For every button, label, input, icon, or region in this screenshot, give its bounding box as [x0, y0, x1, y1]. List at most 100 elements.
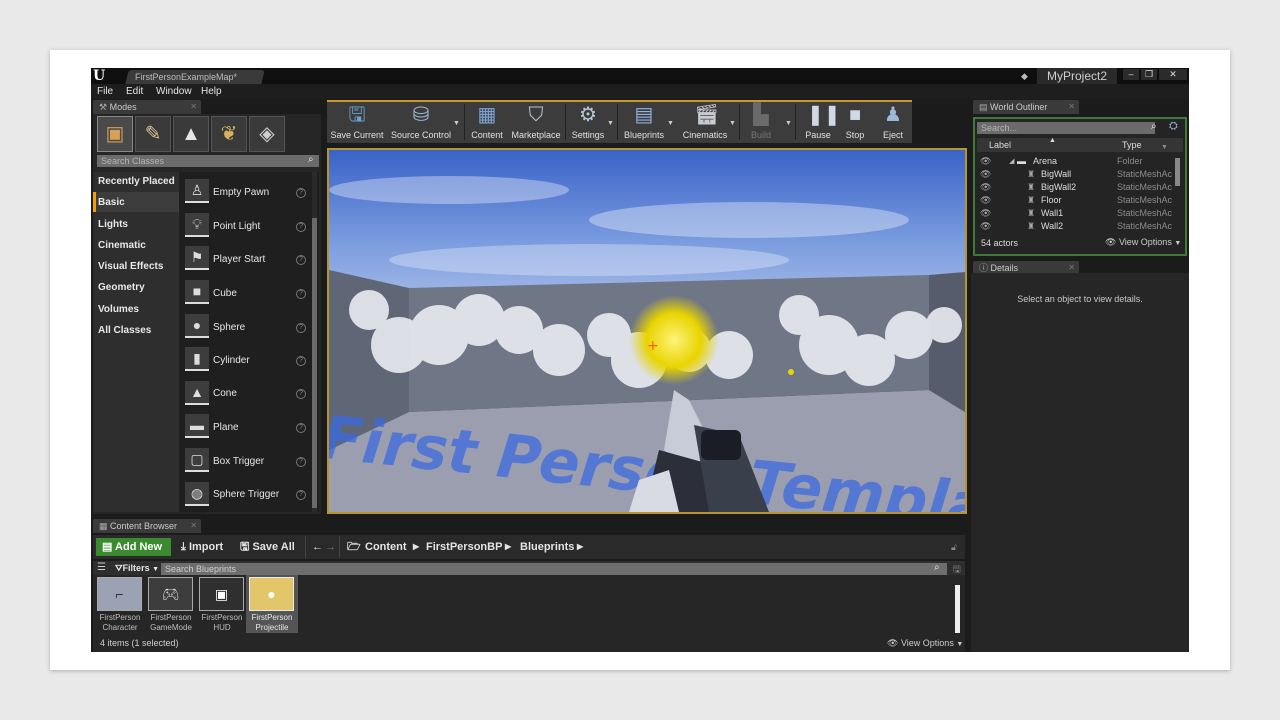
foliage-mode-button[interactable]: ❦	[211, 116, 247, 152]
import-button[interactable]: ⤓ Import	[181, 538, 223, 556]
geometry-mode-button[interactable]: ◈	[249, 116, 285, 152]
back-button[interactable]: ←	[312, 538, 323, 556]
chevron-right-icon[interactable]: ▶	[413, 538, 419, 556]
chevron-down-icon[interactable]: ▼	[667, 120, 675, 127]
sources-toggle-icon[interactable]: ☰	[97, 562, 106, 573]
asset-thumbnail-character[interactable]: ⌐	[97, 577, 142, 611]
item-cone[interactable]: Cone	[213, 388, 237, 399]
lock-icon[interactable]: 🔓︎	[951, 542, 957, 553]
outliner-row[interactable]: 👁︎ ♜ BigWall StaticMeshAc	[977, 168, 1183, 181]
column-type[interactable]: Type	[1122, 140, 1142, 150]
category-recently-placed[interactable]: Recently Placed	[98, 176, 175, 187]
category-visual-effects[interactable]: Visual Effects	[98, 261, 163, 272]
column-label[interactable]: Label	[989, 140, 1011, 150]
breadcrumb-content[interactable]: Content	[365, 538, 407, 556]
item-plane[interactable]: Plane	[213, 422, 239, 433]
source-control-button[interactable]: ⛁ Source Control	[389, 104, 453, 140]
breadcrumb-firstpersonbp[interactable]: FirstPersonBP	[426, 538, 502, 556]
asset-thumbnail-hud[interactable]: ▣	[199, 577, 244, 611]
tab-content-browser[interactable]: ▦ Content Browser ✕	[93, 519, 201, 533]
asset-thumbnail-gamemode[interactable]: 🎮︎	[148, 577, 193, 611]
item-list-scroll-thumb[interactable]	[312, 218, 317, 508]
landscape-mode-button[interactable]: ▲	[173, 116, 209, 152]
build-button[interactable]: ▙ Build	[741, 104, 781, 140]
outliner-search-input[interactable]: Search...	[977, 122, 1155, 134]
add-filter-icon[interactable]: ⛭	[1169, 120, 1178, 133]
eye-icon[interactable]: 👁︎	[980, 208, 991, 218]
category-lights[interactable]: Lights	[98, 219, 128, 230]
game-viewport[interactable]: + First Person Template	[327, 148, 967, 514]
cb-view-options-button[interactable]: 👁︎ View Options ▼	[887, 638, 963, 649]
asset-thumbnail-projectile[interactable]: ●	[249, 577, 294, 611]
category-geometry[interactable]: Geometry	[98, 282, 145, 293]
item-sphere[interactable]: Sphere	[213, 322, 245, 333]
save-all-button[interactable]: 🖫 Save All	[240, 538, 295, 556]
outliner-scroll-thumb[interactable]	[1175, 158, 1180, 186]
close-icon[interactable]: ✕	[190, 519, 197, 533]
close-icon[interactable]: ✕	[1068, 100, 1075, 114]
chevron-down-icon[interactable]: ▼	[453, 120, 461, 127]
tab-modes[interactable]: ⚒ Modes ✕	[93, 100, 201, 114]
marketplace-button[interactable]: ⛉ Marketplace	[509, 104, 563, 140]
pause-button[interactable]: ❚❚ Pause	[799, 104, 840, 140]
item-cube[interactable]: Cube	[213, 288, 237, 299]
outliner-row[interactable]: 👁︎ ♜ Wall1 StaticMeshAc	[977, 207, 1183, 220]
item-box-trigger[interactable]: Box Trigger	[213, 456, 264, 467]
chevron-right-icon[interactable]: ▶	[577, 538, 583, 556]
stop-button[interactable]: ■ Stop	[837, 104, 873, 140]
content-button[interactable]: ▦ Content	[467, 104, 507, 140]
class-search-input[interactable]: Search Classes	[97, 155, 319, 167]
outliner-row[interactable]: 👁︎ ♜ Floor StaticMeshAc	[977, 194, 1183, 207]
item-cylinder[interactable]: Cylinder	[213, 355, 250, 366]
asset-view-scrollbar[interactable]	[955, 585, 960, 633]
paint-mode-button[interactable]: ✎	[135, 116, 171, 152]
breadcrumb-blueprints[interactable]: Blueprints	[520, 538, 574, 556]
menu-file[interactable]: File	[97, 85, 113, 98]
help-icon[interactable]: ?	[296, 356, 306, 366]
item-sphere-trigger[interactable]: Sphere Trigger	[213, 489, 279, 500]
expand-arrow-icon[interactable]: ◢	[1009, 155, 1014, 168]
category-volumes[interactable]: Volumes	[98, 304, 139, 315]
help-icon[interactable]: ?	[296, 490, 306, 500]
item-player-start[interactable]: Player Start	[213, 254, 265, 265]
chevron-down-icon[interactable]: ▼	[729, 120, 737, 127]
tab-map[interactable]: FirstPersonExampleMap*	[125, 70, 265, 84]
menu-window[interactable]: Window	[156, 85, 192, 98]
close-icon[interactable]: ✕	[190, 100, 197, 114]
minimize-button[interactable]: –	[1123, 69, 1139, 80]
settings-button[interactable]: ⚙ Settings	[567, 104, 609, 140]
help-icon[interactable]: ?	[296, 389, 306, 399]
menu-edit[interactable]: Edit	[126, 85, 143, 98]
eye-icon[interactable]: 👁︎	[980, 221, 991, 231]
outliner-row[interactable]: 👁︎ ♜ BigWall2 StaticMeshAc	[977, 181, 1183, 194]
outliner-row[interactable]: 👁︎ ♜ Wall2 StaticMeshAc	[977, 220, 1183, 233]
outliner-row[interactable]: 👁︎ ◢ ▬ Arena Folder	[977, 155, 1183, 168]
maximize-button[interactable]: ❐	[1141, 69, 1157, 80]
outliner-view-options-button[interactable]: 👁︎ View Options ▼	[1105, 237, 1181, 248]
item-empty-pawn[interactable]: Empty Pawn	[213, 187, 269, 198]
place-mode-button[interactable]: ▣	[97, 116, 133, 152]
add-new-button[interactable]: ▤ Add New ▼	[96, 538, 171, 570]
filters-button[interactable]: ⛛Filters ▼	[115, 563, 159, 574]
menu-help[interactable]: Help	[201, 85, 222, 98]
item-point-light[interactable]: Point Light	[213, 221, 260, 232]
eject-button[interactable]: ♟ Eject	[875, 104, 911, 140]
save-current-button[interactable]: 🖫 Save Current	[329, 104, 385, 140]
chevron-down-icon[interactable]: ▼	[785, 120, 793, 127]
forward-button[interactable]: →	[325, 538, 336, 556]
eye-icon[interactable]: 👁︎	[980, 195, 991, 205]
tab-world-outliner[interactable]: ▤ World Outliner ✕	[973, 100, 1079, 114]
cinematics-button[interactable]: 🎬︎ Cinematics	[679, 104, 731, 140]
help-icon[interactable]: ?	[296, 188, 306, 198]
blueprint-search-input[interactable]: Search Blueprints	[161, 563, 947, 575]
help-icon[interactable]: ?	[296, 222, 306, 232]
chevron-down-icon[interactable]: ▼	[1161, 144, 1168, 151]
help-icon[interactable]: ?	[296, 255, 306, 265]
close-button[interactable]: ✕	[1159, 69, 1187, 80]
help-icon[interactable]: ?	[296, 457, 306, 467]
category-basic[interactable]: Basic	[98, 197, 125, 208]
eye-icon[interactable]: 👁︎	[980, 182, 991, 192]
help-icon[interactable]: ?	[296, 289, 306, 299]
chevron-down-icon[interactable]: ▼	[607, 120, 615, 127]
chevron-right-icon[interactable]: ▶	[505, 538, 511, 556]
